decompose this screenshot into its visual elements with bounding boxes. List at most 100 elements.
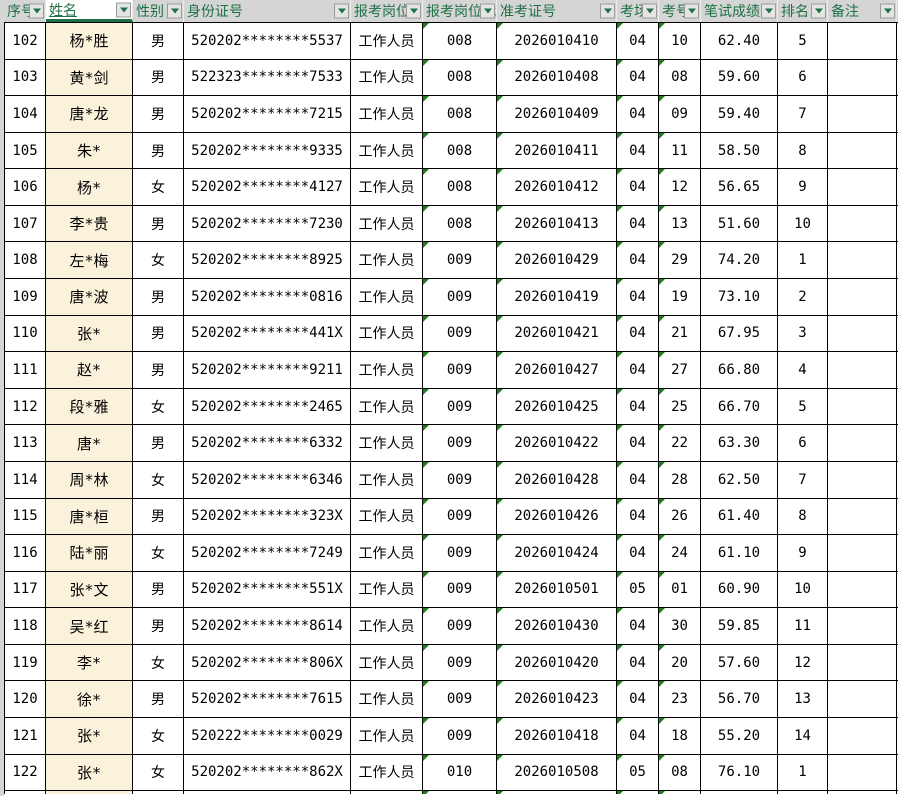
cell-xingming[interactable]: 唐*桓 [46,499,133,535]
cell-xingbie[interactable]: 女 [133,535,184,571]
cell-baokaogangweidaima[interactable]: 009 [423,352,497,388]
cell-shenfenzhenghao[interactable] [184,791,351,794]
cell-shenfenzhenghao[interactable]: 520202********9335 [184,133,351,169]
cell-kaochang[interactable]: 04 [617,389,659,425]
cell-baokaogangweidaima[interactable]: 009 [423,535,497,571]
cell-xingming[interactable]: 张*文 [46,572,133,608]
filter-dropdown-button[interactable] [29,4,44,19]
cell-kaohao[interactable]: 24 [659,535,701,571]
cell-bishichengji[interactable]: 74.20 [701,242,778,278]
column-header-baokaogangweidaima[interactable]: 报考岗位代码 [423,0,497,22]
cell-xuhao[interactable]: 110 [4,316,46,352]
cell-baokaogangwei[interactable]: 工作人员 [351,316,423,352]
cell-shenfenzhenghao[interactable]: 520202********6346 [184,462,351,498]
cell-kaochang[interactable]: 04 [617,462,659,498]
cell-xingbie[interactable]: 男 [133,499,184,535]
cell-xingbie[interactable]: 男 [133,60,184,96]
cell-xingming[interactable]: 黄*剑 [46,60,133,96]
filter-dropdown-button[interactable] [167,4,182,19]
column-header-xingbie[interactable]: 性别 [133,0,184,22]
cell-xingming[interactable]: 李*贵 [46,206,133,242]
cell-beizhu[interactable] [828,462,897,498]
cell-baokaogangwei[interactable]: 工作人员 [351,352,423,388]
cell-paiming[interactable]: 7 [778,462,828,498]
cell-paiming[interactable] [778,791,828,794]
cell-baokaogangweidaima[interactable]: 009 [423,389,497,425]
cell-xingming[interactable]: 李* [46,645,133,681]
column-header-paiming[interactable]: 排名 [778,0,828,22]
cell-xingming[interactable]: 唐*波 [46,279,133,315]
cell-xingbie[interactable]: 男 [133,279,184,315]
filter-dropdown-button[interactable] [684,4,699,19]
cell-paiming[interactable]: 8 [778,499,828,535]
cell-baokaogangweidaima[interactable]: 009 [423,499,497,535]
column-header-xuhao[interactable]: 序号 [4,0,46,22]
cell-kaohao[interactable]: 27 [659,352,701,388]
cell-baokaogangweidaima[interactable]: 009 [423,681,497,717]
cell-baokaogangweidaima[interactable]: 008 [423,23,497,59]
cell-paiming[interactable]: 7 [778,96,828,132]
cell-xingming[interactable]: 杨*胜 [46,23,133,59]
cell-bishichengji[interactable]: 73.10 [701,279,778,315]
cell-beizhu[interactable] [828,242,897,278]
cell-paiming[interactable]: 5 [778,23,828,59]
filter-dropdown-button[interactable] [600,4,615,19]
column-header-zhunkaozhenghao[interactable]: 准考证号 [497,0,617,22]
cell-paiming[interactable]: 14 [778,718,828,754]
cell-bishichengji[interactable]: 76.10 [701,755,778,791]
cell-xuhao[interactable]: 109 [4,279,46,315]
cell-bishichengji[interactable]: 63.30 [701,425,778,461]
cell-zhunkaozhenghao[interactable]: 2026010424 [497,535,617,571]
cell-baokaogangwei[interactable]: 工作人员 [351,755,423,791]
cell-xuhao[interactable]: 115 [4,499,46,535]
cell-xingming[interactable]: 张* [46,718,133,754]
column-header-xingming[interactable]: 姓名 [46,0,133,22]
cell-kaohao[interactable]: 26 [659,499,701,535]
cell-beizhu[interactable] [828,681,897,717]
cell-xingbie[interactable]: 男 [133,133,184,169]
filter-dropdown-button[interactable] [480,4,495,19]
cell-kaochang[interactable]: 04 [617,718,659,754]
cell-beizhu[interactable] [828,608,897,644]
cell-kaochang[interactable]: 04 [617,206,659,242]
cell-xingming[interactable]: 唐* [46,425,133,461]
cell-bishichengji[interactable]: 66.80 [701,352,778,388]
cell-zhunkaozhenghao[interactable]: 2026010409 [497,96,617,132]
cell-paiming[interactable]: 6 [778,425,828,461]
cell-zhunkaozhenghao[interactable]: 2026010426 [497,499,617,535]
cell-kaochang[interactable]: 04 [617,645,659,681]
cell-bishichengji[interactable]: 56.65 [701,169,778,205]
cell-kaohao[interactable]: 28 [659,462,701,498]
cell-beizhu[interactable] [828,279,897,315]
cell-baokaogangwei[interactable]: 工作人员 [351,572,423,608]
cell-shenfenzhenghao[interactable]: 520222********0029 [184,718,351,754]
cell-kaohao[interactable]: 29 [659,242,701,278]
cell-paiming[interactable]: 8 [778,133,828,169]
cell-kaohao[interactable]: 10 [659,23,701,59]
cell-kaohao[interactable]: 08 [659,755,701,791]
cell-baokaogangweidaima[interactable]: 010 [423,755,497,791]
cell-paiming[interactable]: 6 [778,60,828,96]
cell-xingbie[interactable]: 男 [133,23,184,59]
cell-bishichengji[interactable]: 62.40 [701,23,778,59]
cell-shenfenzhenghao[interactable]: 520202********7615 [184,681,351,717]
cell-beizhu[interactable] [828,316,897,352]
cell-bishichengji[interactable]: 66.70 [701,389,778,425]
cell-beizhu[interactable] [828,645,897,681]
cell-xingbie[interactable]: 女 [133,389,184,425]
column-header-bishichengji[interactable]: 笔试成绩 [701,0,778,22]
cell-zhunkaozhenghao[interactable]: 2026010501 [497,572,617,608]
cell-kaochang[interactable]: 04 [617,60,659,96]
cell-kaochang[interactable]: 04 [617,535,659,571]
cell-baokaogangweidaima[interactable]: 009 [423,718,497,754]
cell-xuhao[interactable]: 118 [4,608,46,644]
cell-zhunkaozhenghao[interactable]: 2026010418 [497,718,617,754]
cell-paiming[interactable]: 9 [778,169,828,205]
cell-xingming[interactable]: 陆*丽 [46,535,133,571]
cell-shenfenzhenghao[interactable]: 520202********7215 [184,96,351,132]
cell-kaochang[interactable]: 04 [617,681,659,717]
cell-beizhu[interactable] [828,60,897,96]
cell-baokaogangwei[interactable]: 工作人员 [351,535,423,571]
cell-baokaogangwei[interactable]: 工作人员 [351,169,423,205]
cell-kaochang[interactable]: 04 [617,279,659,315]
